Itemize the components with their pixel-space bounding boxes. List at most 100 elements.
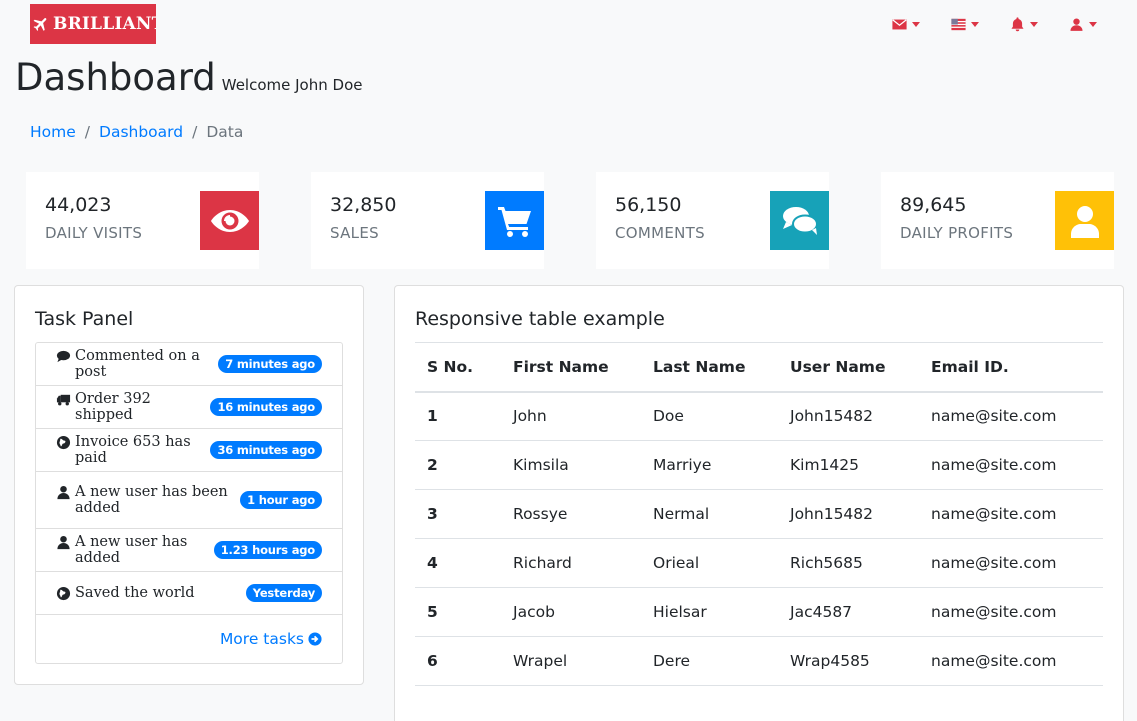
table-cell: Richard <box>501 538 641 588</box>
table-header-row: S No. First Name Last Name User Name Ema… <box>415 342 1103 393</box>
table-row[interactable]: 1 John Doe John15482 name@site.com <box>415 391 1103 441</box>
more-tasks-label: More tasks <box>219 630 304 648</box>
time-badge: 1.23 hours ago <box>213 541 322 559</box>
stat-value: 56,150 <box>615 194 682 216</box>
list-item[interactable]: Order 392 shipped 16 minutes ago <box>36 386 342 429</box>
table-row[interactable]: 6 Wrapel Dere Wrap4585 name@site.com <box>415 636 1103 686</box>
breadcrumb-separator: / <box>84 123 91 141</box>
time-badge: 7 minutes ago <box>218 355 322 373</box>
table-cell: name@site.com <box>919 391 1103 441</box>
stat-value: 89,645 <box>900 194 967 216</box>
bell-icon <box>1011 16 1024 31</box>
chevron-down-icon <box>912 21 920 27</box>
stat-card-sales: 32,850 SALES <box>311 172 544 269</box>
table-cell: name@site.com <box>919 636 1103 686</box>
stat-card-profits: 89,645 DAILY PROFITS <box>881 172 1114 269</box>
table-cell: Doe <box>641 391 778 441</box>
table-cell: 6 <box>415 636 501 686</box>
messages-dropdown[interactable] <box>891 14 920 34</box>
breadcrumb: Home / Dashboard / Data <box>30 123 243 141</box>
stat-value: 32,850 <box>330 194 397 216</box>
table-cell: Jac4587 <box>778 587 919 637</box>
breadcrumb-separator: / <box>192 123 198 141</box>
column-header[interactable]: Last Name <box>641 342 778 393</box>
task-label: A new user has been added <box>75 484 228 516</box>
list-item[interactable]: A new user has added 1.23 hours ago <box>36 529 342 572</box>
chevron-down-icon <box>971 21 979 27</box>
stat-icon-tile <box>200 191 259 250</box>
top-nav <box>891 14 1097 34</box>
task-label: Invoice 653 has paid <box>75 434 191 466</box>
flag-icon <box>951 18 966 30</box>
list-item[interactable]: A new user has been added 1 hour ago <box>36 472 342 529</box>
task-text: Invoice 653 has paid <box>56 434 210 466</box>
comments-icon <box>782 206 818 235</box>
brand-logo[interactable]: BRILLIANT <box>30 4 156 44</box>
stat-label: DAILY PROFITS <box>900 224 1014 242</box>
table-cell: 1 <box>415 391 501 441</box>
list-item[interactable]: Saved the world Yesterday <box>36 572 342 615</box>
stat-label: DAILY VISITS <box>45 224 143 242</box>
table-cell: name@site.com <box>919 440 1103 490</box>
table-row[interactable]: 2 Kimsila Marriye Kim1425 name@site.com <box>415 440 1103 490</box>
stat-value: 44,023 <box>45 194 112 216</box>
table-cell: John <box>501 391 641 441</box>
time-badge: 1 hour ago <box>240 491 322 509</box>
table-cell: name@site.com <box>919 587 1103 637</box>
breadcrumb-dashboard[interactable]: Dashboard <box>99 123 183 141</box>
table-cell: Nermal <box>641 489 778 539</box>
table-cell: 5 <box>415 587 501 637</box>
breadcrumb-current: Data <box>206 123 244 141</box>
table-cell: 2 <box>415 440 501 490</box>
table-cell: name@site.com <box>919 489 1103 539</box>
stat-card-comments: 56,150 COMMENTS <box>596 172 829 269</box>
user-icon <box>1070 17 1083 31</box>
table-row[interactable]: 4 Richard Orieal Rich5685 name@site.com <box>415 538 1103 588</box>
time-badge: 16 minutes ago <box>210 398 322 416</box>
task-text: Commented on a post <box>56 348 218 380</box>
task-label: Saved the world <box>75 585 195 601</box>
page-heading: Dashboard <box>15 56 216 99</box>
notifications-dropdown[interactable] <box>1009 14 1038 34</box>
more-tasks-link[interactable]: More tasks <box>220 630 322 648</box>
task-text: A new user has added <box>56 534 214 566</box>
table-cell: 4 <box>415 538 501 588</box>
chevron-down-icon <box>1030 21 1038 27</box>
chevron-down-icon <box>1089 21 1097 27</box>
table-row[interactable]: 5 Jacob Hielsar Jac4587 name@site.com <box>415 587 1103 637</box>
table-cell: Wrapel <box>501 636 641 686</box>
user-icon <box>57 485 70 500</box>
table-cell: John15482 <box>778 391 919 441</box>
page-title: Dashboard Welcome John Doe <box>15 56 362 100</box>
truck-icon <box>56 394 71 406</box>
user-icon <box>57 535 70 550</box>
task-text: Order 392 shipped <box>56 391 210 423</box>
list-item[interactable]: Invoice 653 has paid 36 minutes ago <box>36 429 342 472</box>
time-badge: Yesterday <box>245 584 322 602</box>
comment-icon <box>56 350 71 363</box>
stat-label: COMMENTS <box>615 224 705 242</box>
table-row[interactable]: 3 Rossye Nermal John15482 name@site.com <box>415 489 1103 539</box>
table-panel-title: Responsive table example <box>415 308 665 330</box>
stat-icon-tile <box>485 191 544 250</box>
table-cell: Hielsar <box>641 587 778 637</box>
user-dropdown[interactable] <box>1068 14 1097 34</box>
table-cell: Kim1425 <box>778 440 919 490</box>
table-cell: Orieal <box>641 538 778 588</box>
column-header[interactable]: Email ID. <box>919 342 1103 393</box>
table-cell: 3 <box>415 489 501 539</box>
table-cell: Dere <box>641 636 778 686</box>
stat-label: SALES <box>330 224 379 242</box>
language-dropdown[interactable] <box>950 14 979 34</box>
task-panel: Task Panel Commented on a post 7 minutes… <box>14 285 364 685</box>
table-cell: Kimsila <box>501 440 641 490</box>
column-header[interactable]: First Name <box>501 342 641 393</box>
table-cell: Rich5685 <box>778 538 919 588</box>
stat-icon-tile <box>1055 191 1114 250</box>
breadcrumb-home[interactable]: Home <box>30 123 76 141</box>
column-header[interactable]: User Name <box>778 342 919 393</box>
envelope-icon <box>892 18 907 29</box>
list-item[interactable]: Commented on a post 7 minutes ago <box>36 343 342 386</box>
column-header[interactable]: S No. <box>415 342 501 393</box>
brand-name: BRILLIANT <box>53 14 156 34</box>
